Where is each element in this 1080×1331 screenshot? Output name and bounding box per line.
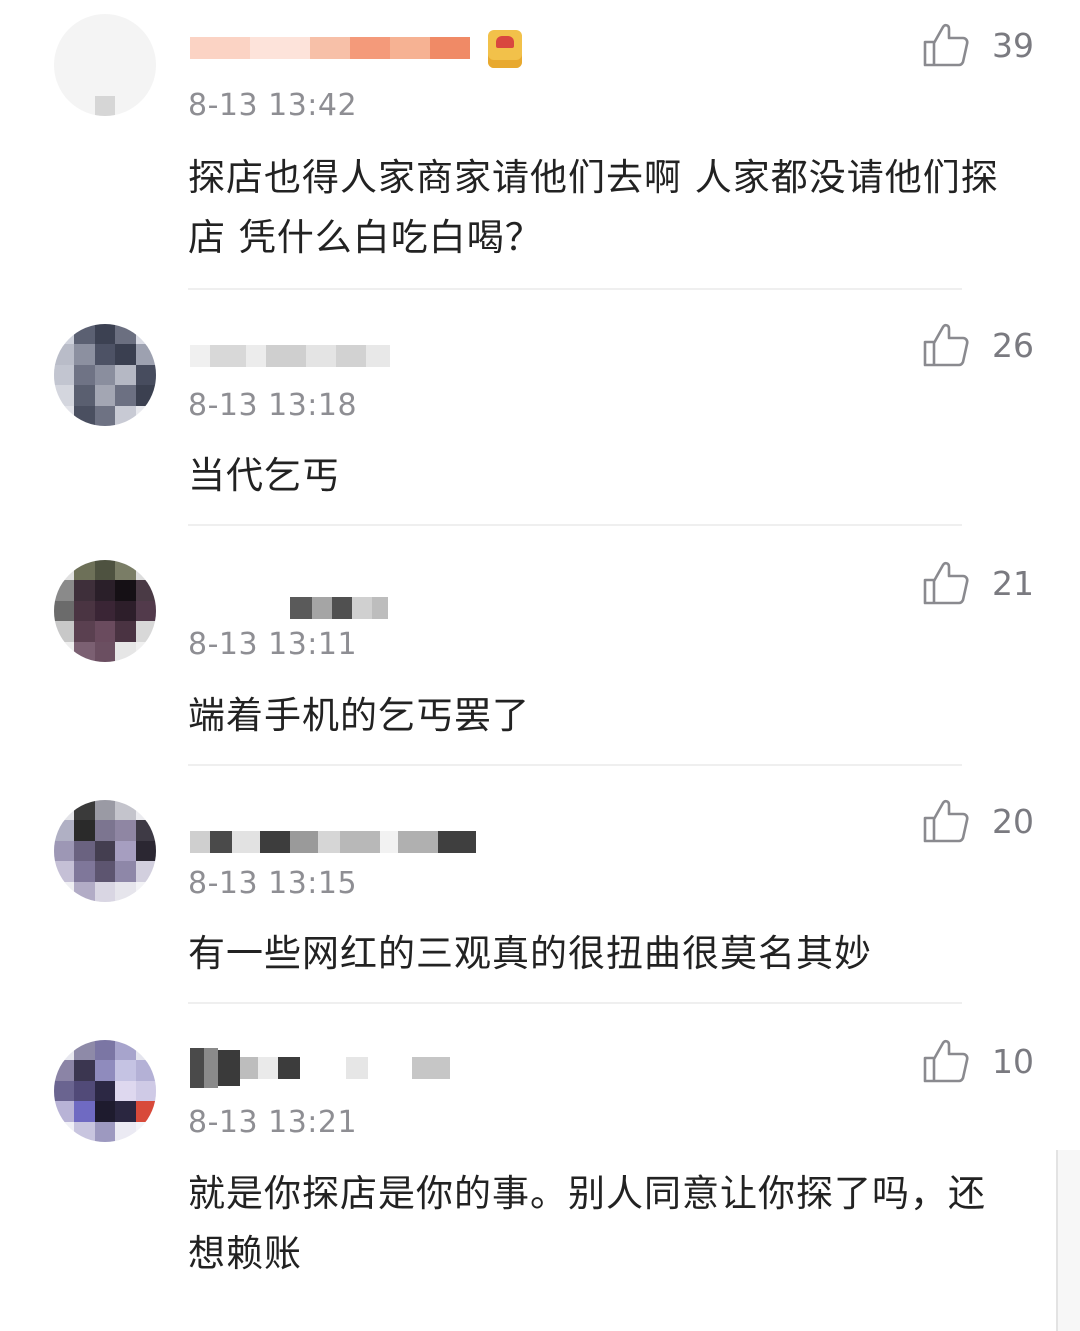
username-blurred[interactable] bbox=[190, 822, 476, 862]
comment-text: 探店也得人家商家请他们去啊 人家都没请他们探店 凭什么白吃白喝？ bbox=[188, 156, 999, 259]
comment-time: 8-13 13:11 bbox=[188, 627, 358, 662]
thumbs-up-icon bbox=[923, 799, 969, 843]
comment-text: 端着手机的乞丐罢了 bbox=[188, 694, 530, 737]
like-button[interactable]: 21 bbox=[922, 560, 1034, 606]
like-button[interactable]: 10 bbox=[922, 1038, 1034, 1084]
like-button[interactable]: 20 bbox=[922, 798, 1034, 844]
comment-time: 8-13 13:18 bbox=[188, 388, 358, 423]
like-count: 26 bbox=[992, 325, 1034, 365]
username-blurred[interactable] bbox=[190, 336, 390, 376]
like-button[interactable]: 39 bbox=[922, 22, 1034, 68]
scrollbar[interactable] bbox=[1056, 1150, 1080, 1331]
divider bbox=[188, 524, 962, 526]
comment-time: 8-13 13:15 bbox=[188, 866, 358, 901]
avatar[interactable] bbox=[54, 1040, 156, 1142]
thumbs-up-icon bbox=[923, 561, 969, 605]
like-button[interactable]: 26 bbox=[922, 322, 1034, 368]
comment-text: 就是你探店是你的事。别人同意让你探了吗，还想赖账 bbox=[188, 1172, 986, 1275]
vip-badge-icon bbox=[488, 30, 522, 68]
divider bbox=[188, 1002, 962, 1004]
username-blurred[interactable] bbox=[190, 28, 470, 68]
avatar[interactable] bbox=[54, 560, 156, 662]
comment-text: 有一些网红的三观真的很扭曲很莫名其妙 bbox=[188, 932, 872, 975]
like-count: 21 bbox=[992, 563, 1034, 603]
comment-time: 8-13 13:42 bbox=[188, 88, 358, 123]
avatar[interactable] bbox=[54, 800, 156, 902]
avatar[interactable] bbox=[54, 14, 156, 116]
username-blurred[interactable] bbox=[190, 1048, 450, 1088]
divider bbox=[188, 764, 962, 766]
comment-time: 8-13 13:21 bbox=[188, 1105, 358, 1140]
like-count: 10 bbox=[992, 1041, 1034, 1081]
thumbs-up-icon bbox=[923, 323, 969, 367]
thumbs-up-icon bbox=[923, 23, 969, 67]
avatar[interactable] bbox=[54, 324, 156, 426]
comment-text: 当代乞丐 bbox=[188, 454, 340, 497]
like-count: 20 bbox=[992, 801, 1034, 841]
like-count: 39 bbox=[992, 25, 1034, 65]
thumbs-up-icon bbox=[923, 1039, 969, 1083]
username-blurred[interactable] bbox=[190, 588, 388, 628]
divider bbox=[188, 288, 962, 290]
